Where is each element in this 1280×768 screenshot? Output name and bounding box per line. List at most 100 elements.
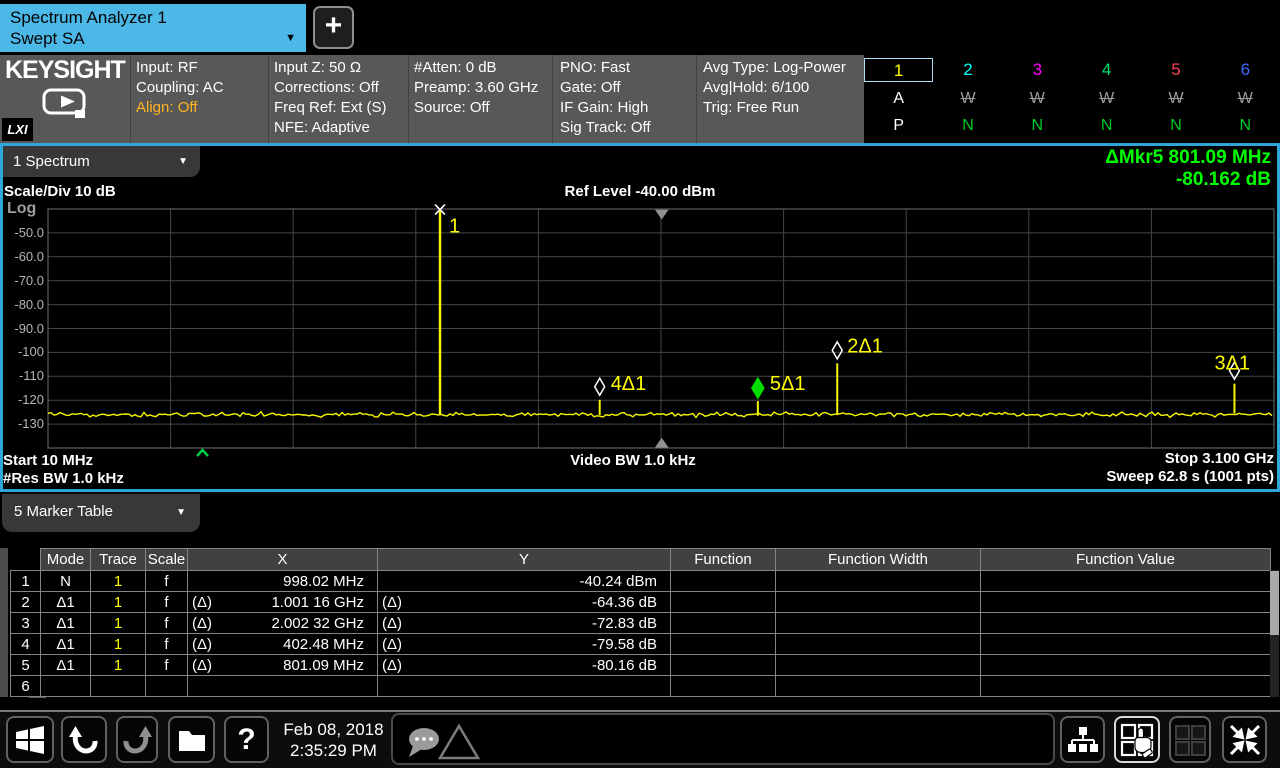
res-bw-label: #Res BW 1.0 kHz [3,470,124,487]
file-explorer-button[interactable] [168,716,215,763]
trace-5-display-state[interactable]: N [1141,113,1210,138]
trace-3-display-state[interactable]: N [1003,113,1072,138]
marker-function-value [981,634,1271,655]
marker-scale: f [146,592,188,613]
config-line: Avg Type: Log-Power [703,58,846,78]
marker-table-scrollbar-thumb[interactable] [1270,571,1279,635]
trace-5-number[interactable]: 5 [1141,58,1210,82]
header-divider [552,55,553,143]
marker-5-diamond-icon [752,378,764,398]
window-layout-button[interactable] [1169,716,1211,763]
config-line: Avg|Hold: 6/100 [703,78,846,98]
folder-icon [174,722,210,758]
config-column-3: #Atten: 0 dBPreamp: 3.60 GHzSource: Off [414,58,538,118]
config-line: Coupling: AC [136,78,224,98]
trigger-position-caret [197,450,208,456]
trace-1-number[interactable]: 1 [864,58,933,82]
trace-6-update-state[interactable]: W [1211,86,1280,111]
marker-table-row-5[interactable]: 5Δ11f(Δ)801.09 MHz(Δ)-80.16 dB [11,655,1271,676]
marker-table-row-3[interactable]: 3Δ11f(Δ)2.002 32 GHz(Δ)-72.83 dB [11,613,1271,634]
date-label: Feb 08, 2018 [277,719,390,740]
x-value: 1.001 16 GHz [271,594,373,611]
marker-function-width [776,571,981,592]
dropdown-arrow-icon[interactable]: ▼ [285,28,296,49]
trace-1-display-state[interactable]: P [864,113,933,138]
config-column-1: Input: RFCoupling: ACAlign: Off [136,58,224,118]
marker-row-number: 3 [11,613,41,634]
marker-y-cell: (Δ)-79.58 dB [378,634,671,655]
marker-table-window-selector[interactable]: 5 Marker Table ▼ [2,494,200,532]
marker-3-label: 3Δ1 [1214,353,1250,375]
marker-x-cell: (Δ)1.001 16 GHz [188,592,378,613]
marker-mode: Δ1 [41,592,91,613]
time-label: 2:35:29 PM [277,740,390,761]
trace-3-update-state[interactable]: W [1003,86,1072,111]
marker-table-row-2[interactable]: 2Δ11f(Δ)1.001 16 GHz(Δ)-64.36 dB [11,592,1271,613]
undo-button[interactable] [61,716,107,763]
marker-x-cell: (Δ)402.48 MHz [188,634,378,655]
hierarchy-icon [1066,723,1100,757]
add-measurement-button[interactable]: + [313,6,354,49]
trace-indicator-grid[interactable]: 1AP2WN3WN4WN5WN6WN [864,55,1280,143]
help-icon: ? [237,723,255,757]
marker-table-header-trace: Trace [91,549,146,571]
trace-6-display-state[interactable]: N [1211,113,1280,138]
message-area[interactable] [391,713,1055,765]
config-line: IF Gain: High [560,98,651,118]
marker-table-header-y: Y [378,549,671,571]
marker-function-width [776,655,981,676]
marker-table-header-function-value: Function Value [981,549,1271,571]
trace-5-update-state[interactable]: W [1141,86,1210,111]
spectrum-plot[interactable]: 12Δ13Δ14Δ15Δ1 [0,146,1280,489]
marker-row-number: 4 [11,634,41,655]
collapse-fullscreen-button[interactable] [1222,716,1267,763]
dropdown-arrow-icon[interactable]: ▼ [176,507,186,518]
config-column-4: PNO: FastGate: OffIF Gain: HighSig Track… [560,58,651,138]
config-line: #Atten: 0 dB [414,58,538,78]
select-window-button[interactable] [1114,716,1160,763]
config-line: Corrections: Off [274,78,387,98]
marker-table-row-1[interactable]: 1N1f998.02 MHz-40.24 dBm [11,571,1271,592]
trace-2-number[interactable]: 2 [933,58,1002,82]
marker-scale [146,676,188,697]
config-line: Preamp: 3.60 GHz [414,78,538,98]
redo-button[interactable] [116,716,158,763]
center-freq-bottom-triangle [655,438,669,448]
marker-mode: Δ1 [41,613,91,634]
touch-window-icon [1119,722,1155,758]
trace-4-number[interactable]: 4 [1072,58,1141,82]
trace-4-update-state[interactable]: W [1072,86,1141,111]
marker-function [671,655,776,676]
marker-function-value [981,676,1271,697]
trace-2-update-state[interactable]: W [933,86,1002,111]
trace-6-number[interactable]: 6 [1211,58,1280,82]
system-menu-button[interactable] [6,716,54,763]
marker-mode [41,676,91,697]
trace-1-update-state[interactable]: A [864,86,933,111]
header-divider [408,55,409,143]
config-column-5: Avg Type: Log-PowerAvg|Hold: 6/100Trig: … [703,58,846,118]
help-button[interactable]: ? [224,716,269,763]
trace-3-number[interactable]: 3 [1003,58,1072,82]
marker-trace [91,676,146,697]
keysight-logo: KEYSIGHT [5,56,125,85]
marker-function [671,592,776,613]
marker-x-cell: (Δ)801.09 MHz [188,655,378,676]
marker-4-label: 4Δ1 [611,373,647,395]
trace-2-display-state[interactable]: N [933,113,1002,138]
marker-4-diamond-icon [595,378,605,395]
config-line: Trig: Free Run [703,98,846,118]
marker-function [671,634,776,655]
trace-4-display-state[interactable]: N [1072,113,1141,138]
marker-table-row-4[interactable]: 4Δ11f(Δ)402.48 MHz(Δ)-79.58 dB [11,634,1271,655]
measurement-tab[interactable]: Spectrum Analyzer 1 Swept SA ▼ [0,4,306,52]
video-bw-label: Video BW 1.0 kHz [500,452,766,469]
marker-function-width [776,634,981,655]
x-value: 998.02 MHz [283,573,373,590]
marker-table-row-6[interactable]: 6 [11,676,1271,697]
marker-y-cell: (Δ)-72.83 dB [378,613,671,634]
marker-scale: f [146,634,188,655]
marker-table-scrollbar-left[interactable] [0,548,8,697]
sequence-view-button[interactable] [1060,716,1105,763]
marker-function [671,571,776,592]
